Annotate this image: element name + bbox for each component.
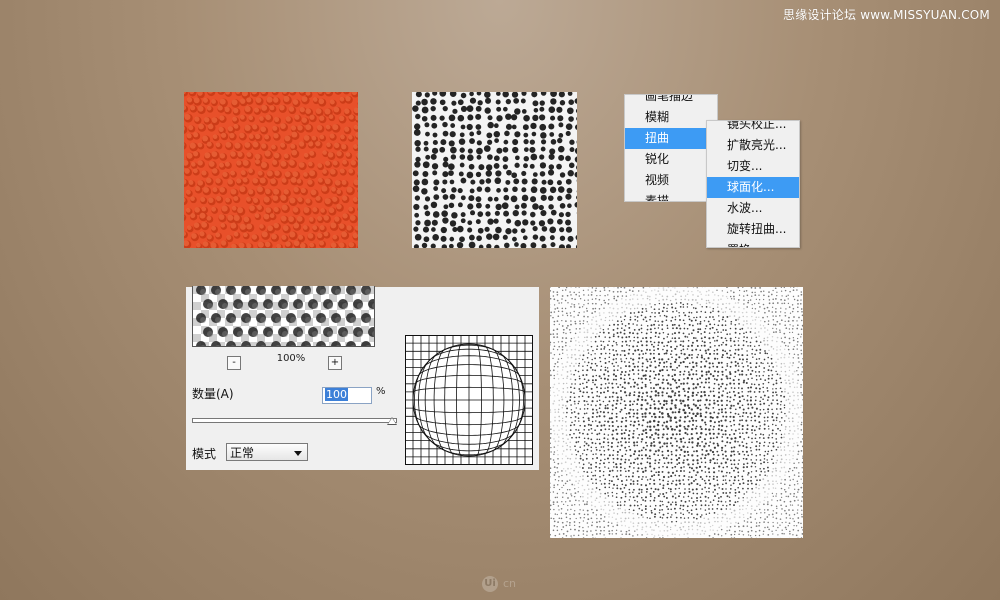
filter-menu-item[interactable]: 锐化 xyxy=(625,149,717,170)
amount-slider-thumb[interactable] xyxy=(387,417,397,425)
distort-menu-item[interactable]: 球面化... xyxy=(707,177,799,198)
preview-image xyxy=(193,286,374,346)
amount-unit: % xyxy=(376,386,386,397)
zoom-in-button[interactable]: + xyxy=(328,356,342,370)
filter-menu-item[interactable]: 模糊 xyxy=(625,107,717,128)
spherize-dialog: - 100% + 数量(A) 100 % 模式 正常 xyxy=(186,286,539,470)
distort-menu-item[interactable]: 扩散亮光... xyxy=(707,135,799,156)
orange-pattern-image xyxy=(184,92,358,248)
distort-submenu: 镜头校正...扩散亮光...切变...球面化...水波...旋转扭曲...置换 xyxy=(706,120,800,248)
distort-menu-item[interactable]: 镜头校正... xyxy=(707,121,799,135)
orange-pattern-swatch xyxy=(184,92,358,248)
distort-menu-item[interactable]: 置换 xyxy=(707,240,799,247)
bw-dot-pattern-swatch xyxy=(412,92,577,248)
amount-label: 数量(A) xyxy=(192,387,234,401)
filter-menu-item[interactable]: 扭曲 xyxy=(625,128,717,149)
ui-logo-icon: Ui xyxy=(482,576,498,592)
filter-menu-item[interactable]: 素描 xyxy=(625,191,717,201)
spherize-grid-preview xyxy=(405,335,533,465)
distort-menu-item[interactable]: 水波... xyxy=(707,198,799,219)
bw-dot-pattern-image xyxy=(412,92,577,248)
filter-menu-item[interactable]: 画笔描边 xyxy=(625,95,717,107)
distort-menu-item[interactable]: 切变... xyxy=(707,156,799,177)
result-image xyxy=(550,287,803,538)
chevron-down-icon xyxy=(294,451,302,456)
filter-preview[interactable] xyxy=(192,286,375,347)
filter-menu-item[interactable]: 视频 xyxy=(625,170,717,191)
spherized-result-image xyxy=(550,287,803,538)
amount-value: 100 xyxy=(325,388,348,401)
amount-input[interactable]: 100 xyxy=(322,387,372,404)
amount-slider[interactable] xyxy=(192,418,397,423)
distort-menu-item[interactable]: 旋转扭曲... xyxy=(707,219,799,240)
mode-select[interactable]: 正常 xyxy=(226,443,308,461)
zoom-level: 100% xyxy=(276,353,306,364)
filter-menu: 画笔描边 模糊 扭曲 锐化 视频 素描 xyxy=(624,94,718,202)
logo-text: cn xyxy=(503,577,517,590)
watermark-text: 思缘设计论坛 www.MISSYUAN.COM xyxy=(783,8,990,22)
mode-label: 模式 xyxy=(192,447,217,461)
mode-select-value: 正常 xyxy=(230,446,255,460)
zoom-out-button[interactable]: - xyxy=(227,356,241,370)
